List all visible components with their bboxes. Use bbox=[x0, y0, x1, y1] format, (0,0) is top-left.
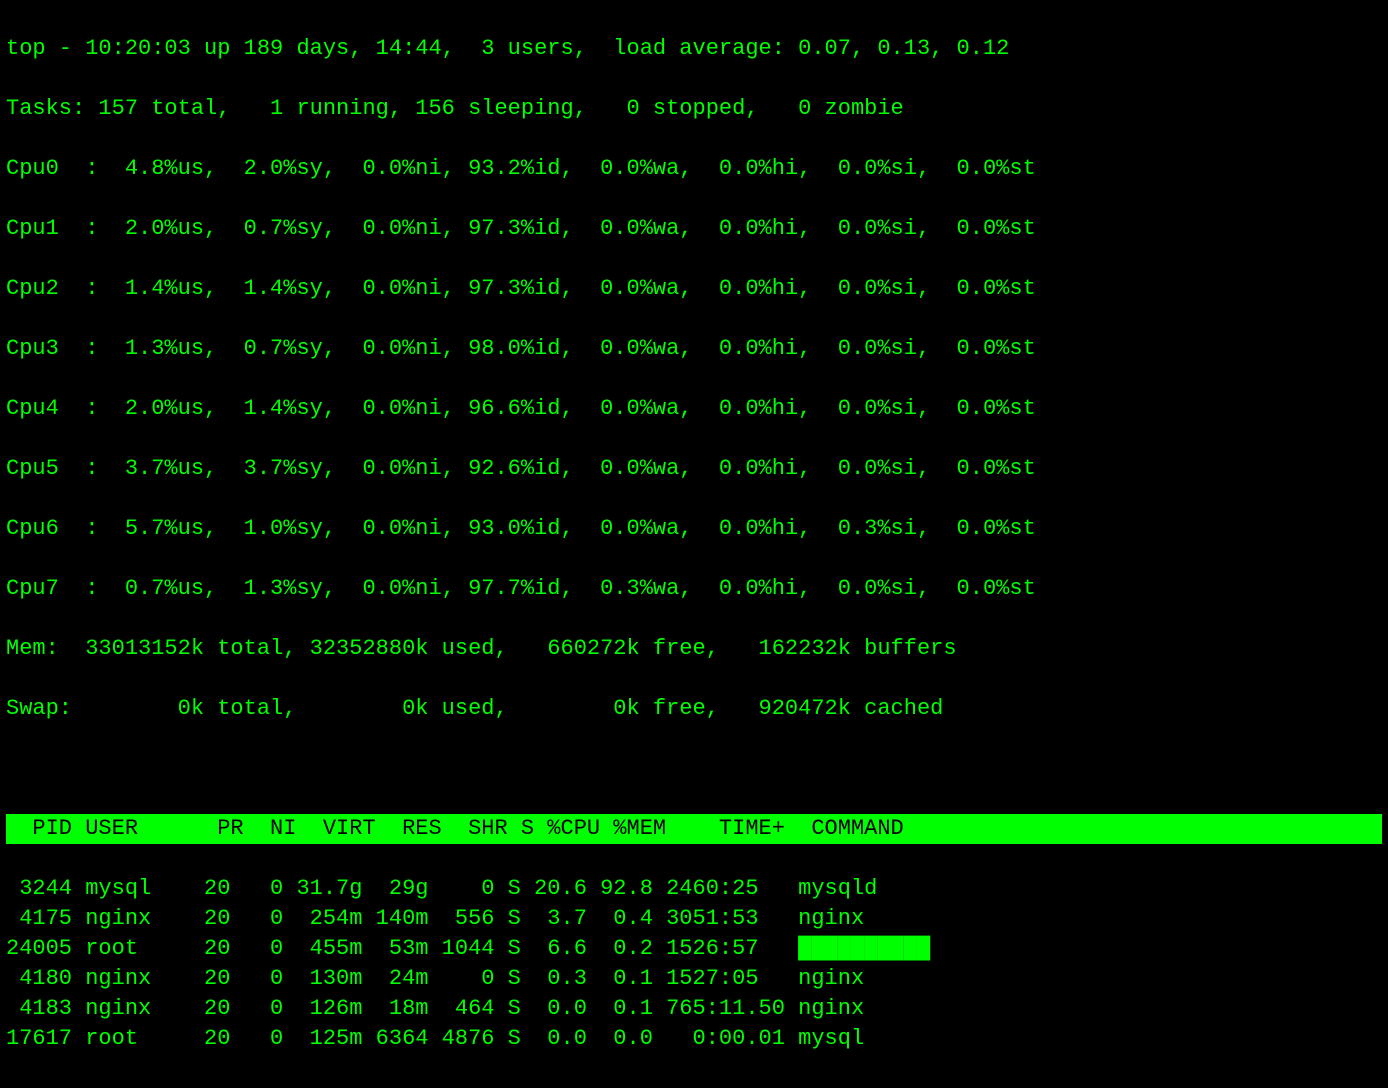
cpu3-line: Cpu3 : 1.3%us, 0.7%sy, 0.0%ni, 98.0%id, … bbox=[6, 334, 1382, 364]
cpu5-line: Cpu5 : 3.7%us, 3.7%sy, 0.0%ni, 92.6%id, … bbox=[6, 454, 1382, 484]
cpu4-line: Cpu4 : 2.0%us, 1.4%sy, 0.0%ni, 96.6%id, … bbox=[6, 394, 1382, 424]
swap-line: Swap: 0k total, 0k used, 0k free, 920472… bbox=[6, 694, 1382, 724]
top-summary-line: top - 10:20:03 up 189 days, 14:44, 3 use… bbox=[6, 34, 1382, 64]
tasks-line: Tasks: 157 total, 1 running, 156 sleepin… bbox=[6, 94, 1382, 124]
cpu2-line: Cpu2 : 1.4%us, 1.4%sy, 0.0%ni, 97.3%id, … bbox=[6, 274, 1382, 304]
cpu7-line: Cpu7 : 0.7%us, 1.3%sy, 0.0%ni, 97.7%id, … bbox=[6, 574, 1382, 604]
table-row: 3244 mysql 20 0 31.7g 29g 0 S 20.6 92.8 … bbox=[6, 874, 1382, 904]
blank-line bbox=[6, 754, 1382, 784]
cpu0-line: Cpu0 : 4.8%us, 2.0%sy, 0.0%ni, 93.2%id, … bbox=[6, 154, 1382, 184]
table-row: 4180 nginx 20 0 130m 24m 0 S 0.3 0.1 152… bbox=[6, 964, 1382, 994]
cpu1-line: Cpu1 : 2.0%us, 0.7%sy, 0.0%ni, 97.3%id, … bbox=[6, 214, 1382, 244]
mem-line: Mem: 33013152k total, 32352880k used, 66… bbox=[6, 634, 1382, 664]
process-table-header: PID USER PR NI VIRT RES SHR S %CPU %MEM … bbox=[6, 814, 1382, 844]
table-row: 4183 nginx 20 0 126m 18m 464 S 0.0 0.1 7… bbox=[6, 994, 1382, 1024]
terminal[interactable]: top - 10:20:03 up 189 days, 14:44, 3 use… bbox=[0, 0, 1388, 1088]
cpu6-line: Cpu6 : 5.7%us, 1.0%sy, 0.0%ni, 93.0%id, … bbox=[6, 514, 1382, 544]
table-row: 17617 root 20 0 125m 6364 4876 S 0.0 0.0… bbox=[6, 1024, 1382, 1054]
table-row: 4175 nginx 20 0 254m 140m 556 S 3.7 0.4 … bbox=[6, 904, 1382, 934]
table-row: 24005 root 20 0 455m 53m 1044 S 6.6 0.2 … bbox=[6, 934, 1382, 964]
